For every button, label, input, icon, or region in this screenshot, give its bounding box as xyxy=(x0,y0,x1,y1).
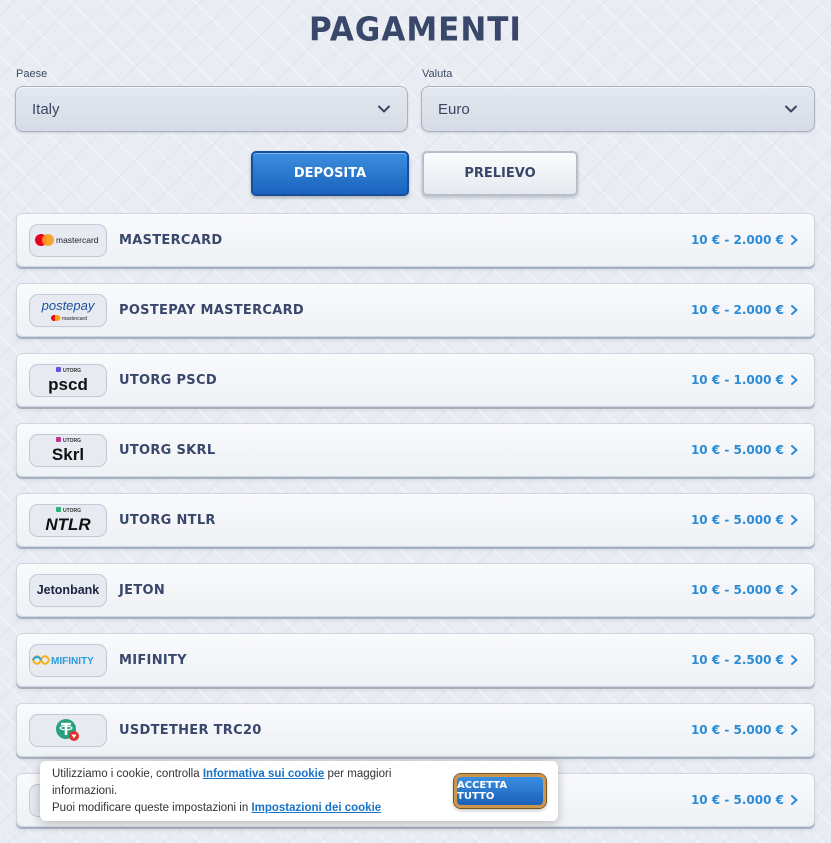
payment-range: 10 € - 5.000 € xyxy=(690,723,784,737)
payment-method-name: UTORG SKRL xyxy=(119,442,216,458)
chevron-right-icon xyxy=(791,445,798,455)
payment-method-name: USDTETHER TRC20 xyxy=(119,722,262,738)
jetonbank-logo: Jetonbank xyxy=(37,583,100,597)
cookie-policy-link[interactable]: Informativa sui cookie xyxy=(203,768,324,780)
logo-text: Skrl xyxy=(52,445,84,464)
cookie-text-line2: Puoi modificare queste impostazioni in xyxy=(52,801,252,814)
tether-icon xyxy=(56,719,79,741)
chevron-right-icon xyxy=(791,795,798,805)
country-select[interactable]: Italy xyxy=(15,86,408,132)
payment-range: 10 € - 5.000 € xyxy=(690,793,784,807)
currency-value: Euro xyxy=(438,100,470,118)
payment-method-name: UTORG PSCD xyxy=(119,372,217,388)
chevron-down-icon xyxy=(378,105,390,113)
chevron-down-icon xyxy=(785,105,797,113)
tab-deposita[interactable]: DEPOSITA xyxy=(251,151,409,196)
chevron-right-icon xyxy=(791,235,798,245)
payment-method-name: UTORG NTLR xyxy=(119,512,216,528)
logo-text: MIFINITY xyxy=(51,656,94,667)
accept-all-button[interactable]: ACCETTA TUTTO xyxy=(454,774,546,808)
logo-text: NTLR xyxy=(45,515,91,534)
chevron-right-icon xyxy=(791,515,798,525)
payment-method-row[interactable]: UTORG pscd UTORG PSCD 10 € - 1.000 € xyxy=(16,353,815,407)
payment-range: 10 € - 5.000 € xyxy=(690,583,784,597)
payment-logo: UTORG Skrl xyxy=(29,433,107,467)
payment-method-row[interactable]: USDTETHER TRC20 10 € - 5.000 € xyxy=(16,703,815,757)
logo-subtext: mastercard xyxy=(62,316,87,322)
cookie-text-line1: Utilizziamo i cookie, controlla xyxy=(52,767,203,780)
chevron-right-icon xyxy=(791,585,798,595)
payment-method-name: MASTERCARD xyxy=(119,232,223,248)
payment-logo: UTORG pscd xyxy=(29,363,107,397)
payment-range: 10 € - 2.000 € xyxy=(690,233,784,247)
page-title: PAGAMENTI xyxy=(309,11,522,49)
payment-method-name: JETON xyxy=(119,582,166,598)
payment-logo: UTORG NTLR xyxy=(29,503,107,537)
logo-subtext: UTORG xyxy=(63,368,81,374)
payment-method-row[interactable]: UTORG NTLR UTORG NTLR 10 € - 5.000 € xyxy=(16,493,815,547)
payment-method-row[interactable]: MIFINITY MIFINITY 10 € - 2.500 € xyxy=(16,633,815,687)
tab-prelievo[interactable]: PRELIEVO xyxy=(422,151,578,196)
payment-logo xyxy=(29,713,107,747)
chevron-right-icon xyxy=(791,305,798,315)
cookie-banner: Utilizziamo i cookie, controlla Informat… xyxy=(40,761,558,821)
utorg-logo: UTORGNTLR xyxy=(45,507,91,534)
payment-method-name: POSTEPAY MASTERCARD xyxy=(119,302,305,318)
logo-subtext: UTORG xyxy=(63,438,81,444)
payment-method-row[interactable]: UTORG Skrl UTORG SKRL 10 € - 5.000 € xyxy=(16,423,815,477)
logo-subtext: UTORG xyxy=(63,508,81,514)
payment-logo: Jetonbank xyxy=(29,573,107,607)
country-value: Italy xyxy=(32,100,60,118)
postepay-logo: postepay mastercard xyxy=(41,298,96,322)
payment-logo: mastercard xyxy=(29,223,107,257)
chevron-right-icon xyxy=(791,375,798,385)
chevron-right-icon xyxy=(791,655,798,665)
payment-method-row[interactable]: mastercard MASTERCARD 10 € - 2.000 € xyxy=(16,213,815,267)
logo-text: postepay xyxy=(41,298,96,313)
payment-range: 10 € - 2.500 € xyxy=(690,653,784,667)
chevron-right-icon xyxy=(791,725,798,735)
payment-logo: MIFINITY xyxy=(29,643,107,677)
cookie-settings-link[interactable]: Impostazioni dei cookie xyxy=(251,802,381,814)
payment-method-row[interactable]: postepay mastercard POSTEPAY MASTERCARD 10 … xyxy=(16,283,815,337)
payment-method-name: MIFINITY xyxy=(119,652,187,668)
mastercard-logo: mastercard xyxy=(35,234,99,246)
payment-logo: postepay mastercard xyxy=(29,293,107,327)
currency-label: Valuta xyxy=(422,68,453,80)
currency-select[interactable]: Euro xyxy=(421,86,815,132)
country-label: Paese xyxy=(16,68,48,80)
payment-range: 10 € - 5.000 € xyxy=(690,513,784,527)
cookie-text: Utilizziamo i cookie, controlla Informat… xyxy=(52,766,454,817)
payment-range: 10 € - 2.000 € xyxy=(690,303,784,317)
utorg-logo: UTORGpscd xyxy=(48,367,88,394)
payment-range: 10 € - 5.000 € xyxy=(690,443,784,457)
mifinity-logo: MIFINITY xyxy=(31,655,94,667)
payment-methods-list: mastercard MASTERCARD 10 € - 2.000 € postep… xyxy=(16,213,815,843)
logo-text: mastercard xyxy=(56,235,99,245)
utorg-logo: UTORGSkrl xyxy=(52,437,84,464)
payment-method-row[interactable]: Jetonbank JETON 10 € - 5.000 € xyxy=(16,563,815,617)
payment-range: 10 € - 1.000 € xyxy=(690,373,784,387)
logo-text: Jetonbank xyxy=(37,583,100,597)
logo-text: pscd xyxy=(48,375,88,394)
